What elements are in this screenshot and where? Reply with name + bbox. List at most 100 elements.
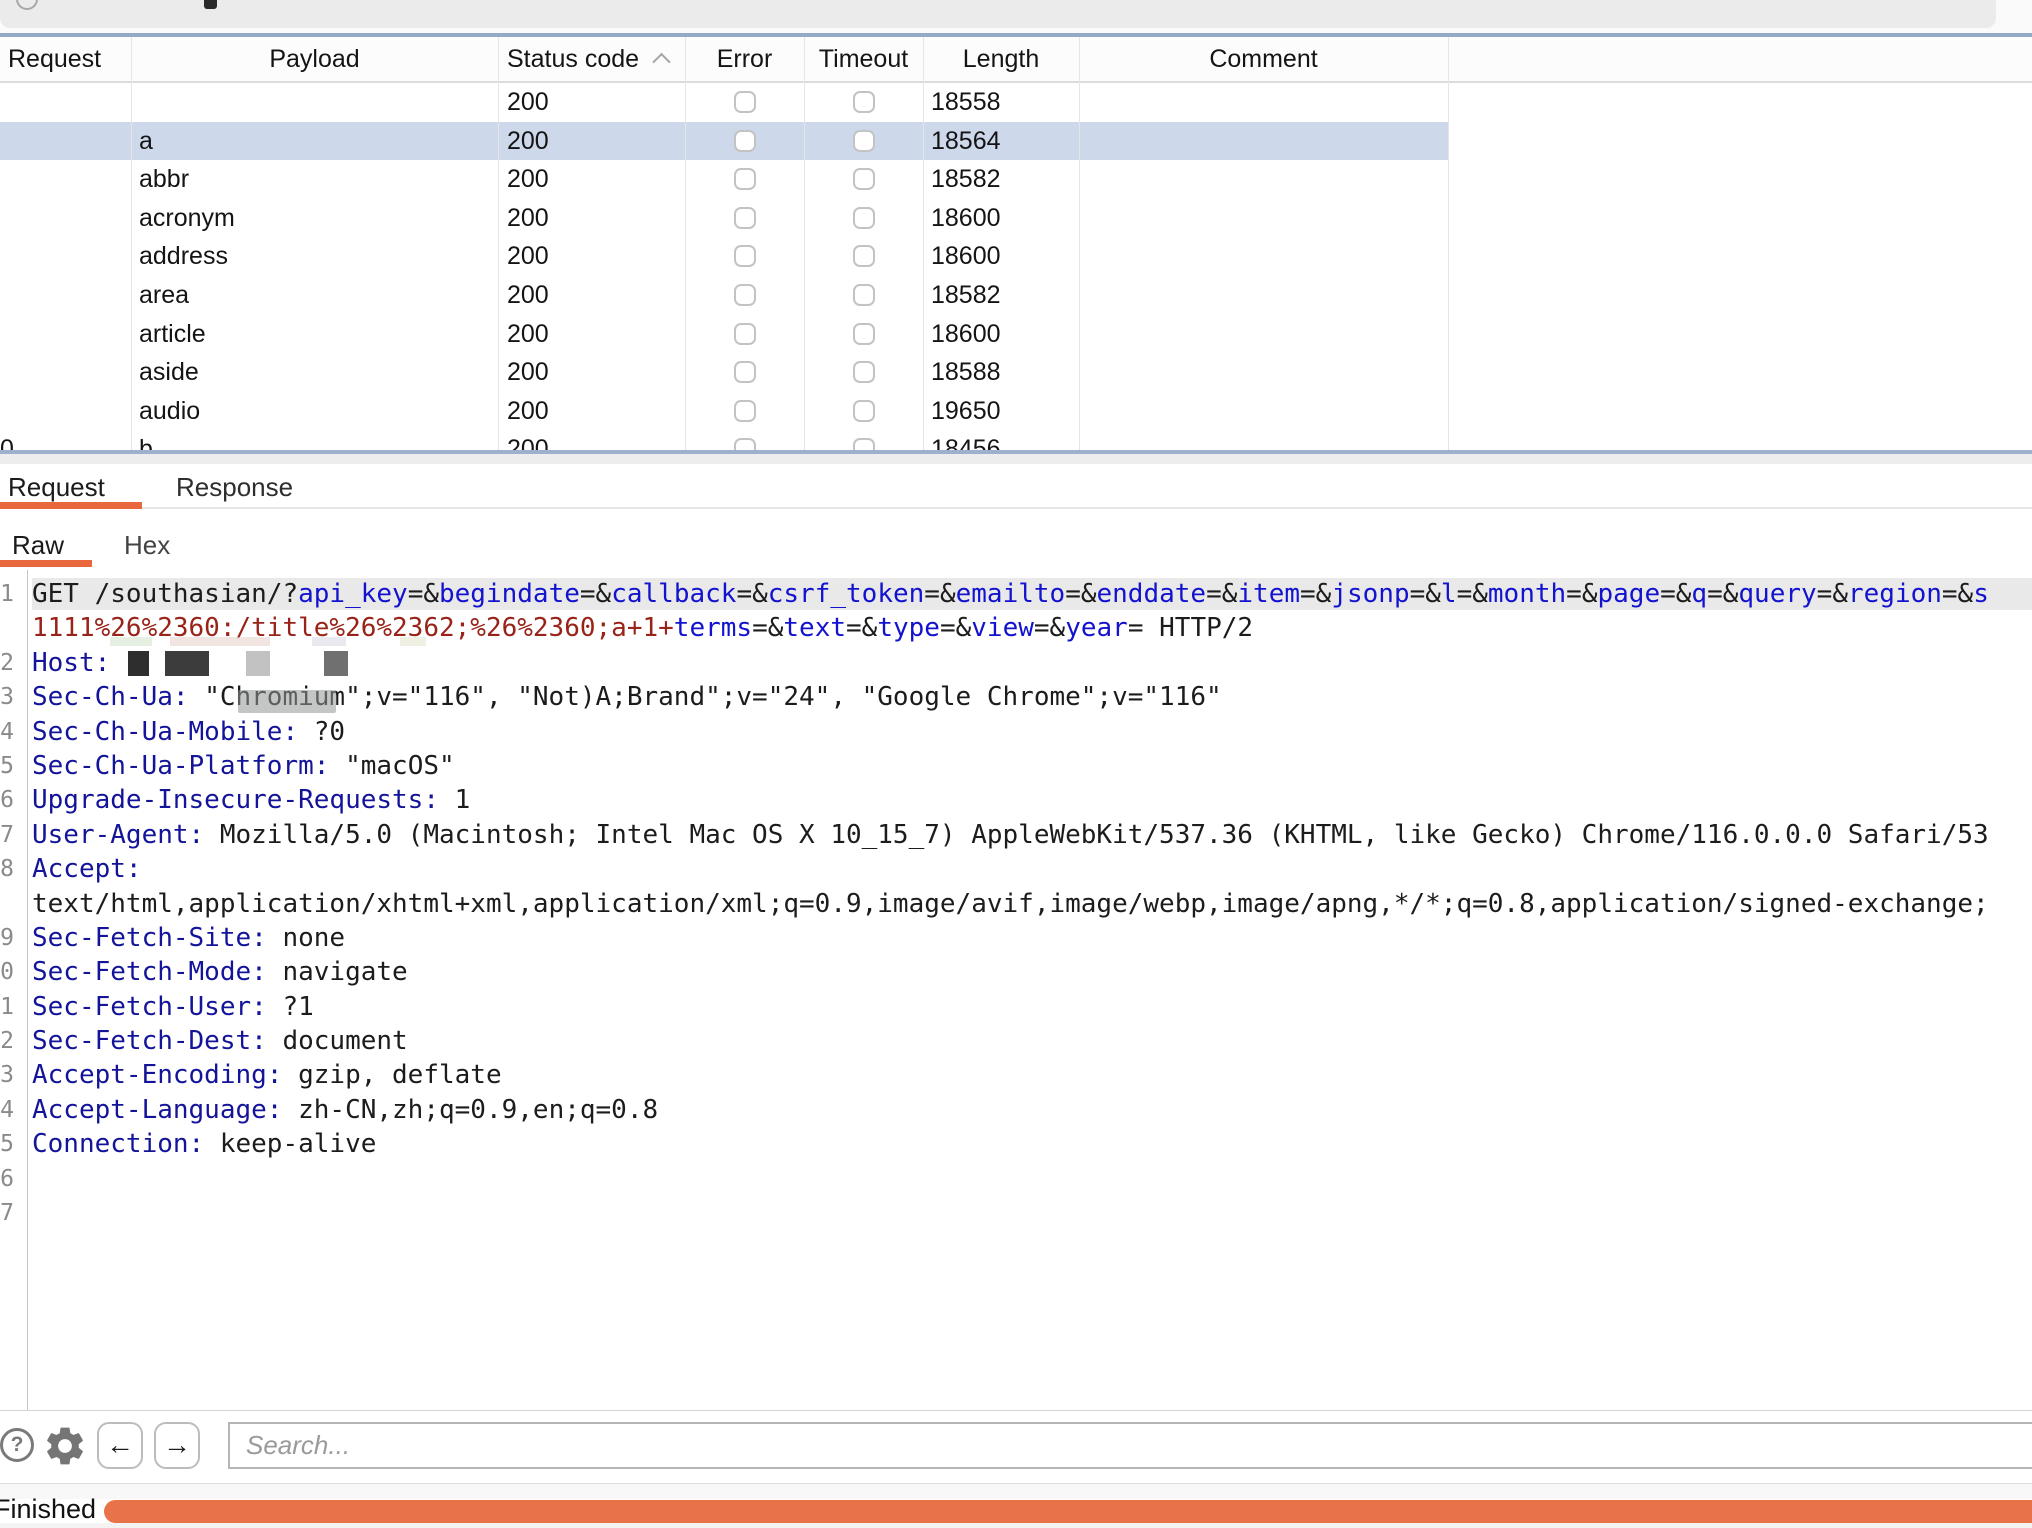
line-text: User-Agent: Mozilla/5.0 (Macintosh; Inte… [32, 818, 1989, 852]
timeout-checkbox[interactable] [853, 284, 875, 306]
line-text: Accept-Encoding: gzip, deflate [32, 1058, 502, 1092]
tab-hex[interactable]: Hex [124, 530, 170, 561]
result-row[interactable]: address20018600 [0, 237, 1448, 276]
length-cell: 18582 [931, 160, 1079, 199]
request-line: 14Accept-Language: zh-CN,zh;q=0.9,en;q=0… [0, 1093, 2032, 1127]
column-header-error[interactable]: Error [685, 37, 804, 81]
column-header-payload[interactable]: Payload [131, 37, 498, 81]
timeout-checkbox[interactable] [853, 168, 875, 190]
column-header-status-code[interactable]: Status code [507, 37, 685, 81]
request-editor[interactable]: 1GET /southasian/?api_key=&begindate=&ca… [0, 577, 2032, 1230]
error-cell [685, 276, 804, 315]
segment-name: Sec-Fetch-Site: [32, 923, 282, 953]
gear-icon[interactable] [42, 1423, 88, 1469]
status-code-cell: 200 [507, 430, 677, 450]
timeout-checkbox[interactable] [853, 130, 875, 152]
help-icon[interactable]: ? [0, 1428, 34, 1462]
status-code-cell: 200 [507, 83, 677, 122]
timeout-checkbox[interactable] [853, 400, 875, 422]
forward-button[interactable]: → [154, 1422, 200, 1469]
back-button[interactable]: ← [97, 1422, 143, 1469]
tab-request[interactable]: Request [8, 472, 105, 503]
error-checkbox[interactable] [734, 361, 756, 383]
filter-bar[interactable] [0, 0, 1996, 28]
segment-param: jsonp [1331, 579, 1409, 609]
result-row[interactable]: audio20019650 [0, 392, 1448, 431]
segment-param: terms [674, 613, 752, 643]
timeout-checkbox[interactable] [853, 91, 875, 113]
request-line: 11Sec-Fetch-User: ?1 [0, 990, 2032, 1024]
error-checkbox[interactable] [734, 168, 756, 190]
error-checkbox[interactable] [734, 207, 756, 229]
comment-cell [1087, 160, 1442, 199]
timeout-checkbox[interactable] [853, 323, 875, 345]
segment-plain: ?1 [282, 992, 313, 1022]
tab-raw[interactable]: Raw [12, 530, 64, 561]
line-number: 7 [0, 818, 14, 852]
column-header-timeout[interactable]: Timeout [804, 37, 923, 81]
result-row[interactable]: acronym20018600 [0, 199, 1448, 238]
line-number: 6 [0, 783, 14, 817]
timeout-checkbox[interactable] [853, 361, 875, 383]
result-row[interactable]: aside20018588 [0, 353, 1448, 392]
segment-plain: =& [736, 579, 767, 609]
result-row[interactable]: area20018582 [0, 276, 1448, 315]
segment-param: item [1237, 579, 1300, 609]
tabs-divider [0, 507, 2032, 509]
timeout-checkbox[interactable] [853, 245, 875, 267]
result-row[interactable]: a20018564 [0, 122, 1448, 161]
line-number: 9 [0, 921, 14, 955]
segment-name: Accept-Encoding: [32, 1060, 298, 1090]
tab-raw-active-underline [0, 560, 92, 567]
column-separator [498, 37, 499, 450]
error-checkbox[interactable] [734, 91, 756, 113]
pane-divider[interactable] [0, 454, 2032, 464]
segment-param: view [971, 613, 1034, 643]
timeout-cell [804, 237, 923, 276]
timeout-checkbox[interactable] [853, 207, 875, 229]
column-separator [131, 37, 132, 450]
error-checkbox[interactable] [734, 284, 756, 306]
redaction-artifact [170, 637, 270, 646]
error-checkbox[interactable] [734, 323, 756, 345]
timeout-cell [804, 430, 923, 450]
segment-plain: Mozilla/5.0 (Macintosh; Intel Mac OS X 1… [220, 820, 1989, 850]
segment-plain: =& [1457, 579, 1488, 609]
result-row[interactable]: abbr20018582 [0, 160, 1448, 199]
error-cell [685, 83, 804, 122]
error-checkbox[interactable] [734, 438, 756, 450]
sort-ascending-icon [652, 53, 670, 71]
status-code-cell: 200 [507, 392, 677, 431]
segment-name: Accept: [32, 854, 142, 884]
request-number-cell [0, 199, 14, 238]
result-row[interactable]: article20018600 [0, 315, 1448, 354]
comment-cell [1087, 276, 1442, 315]
error-checkbox[interactable] [734, 245, 756, 267]
segment-plain: =& [1566, 579, 1597, 609]
error-checkbox[interactable] [734, 400, 756, 422]
segment-param: api_key [298, 579, 408, 609]
segment-param: page [1597, 579, 1660, 609]
error-checkbox[interactable] [734, 130, 756, 152]
timeout-checkbox[interactable] [853, 438, 875, 450]
length-cell: 18600 [931, 315, 1079, 354]
segment-plain: =& [1942, 579, 1973, 609]
comment-cell [1087, 430, 1442, 450]
result-row[interactable]: 0b20018456 [0, 430, 1448, 450]
result-row[interactable]: 20018558 [0, 83, 1448, 122]
search-input[interactable] [228, 1422, 2032, 1469]
timeout-cell [804, 353, 923, 392]
request-number-cell [0, 353, 14, 392]
segment-plain: =& [940, 613, 971, 643]
column-header-comment[interactable]: Comment [1079, 37, 1448, 81]
column-header-length[interactable]: Length [923, 37, 1079, 81]
request-number-cell [0, 122, 14, 161]
status-code-cell: 200 [507, 122, 677, 161]
status-code-cell: 200 [507, 353, 677, 392]
column-header-request[interactable]: Request [8, 37, 128, 81]
segment-plain: =& [924, 579, 955, 609]
tab-response[interactable]: Response [176, 472, 293, 503]
segment-plain: =& [1817, 579, 1848, 609]
error-cell [685, 160, 804, 199]
request-number-cell [0, 276, 14, 315]
